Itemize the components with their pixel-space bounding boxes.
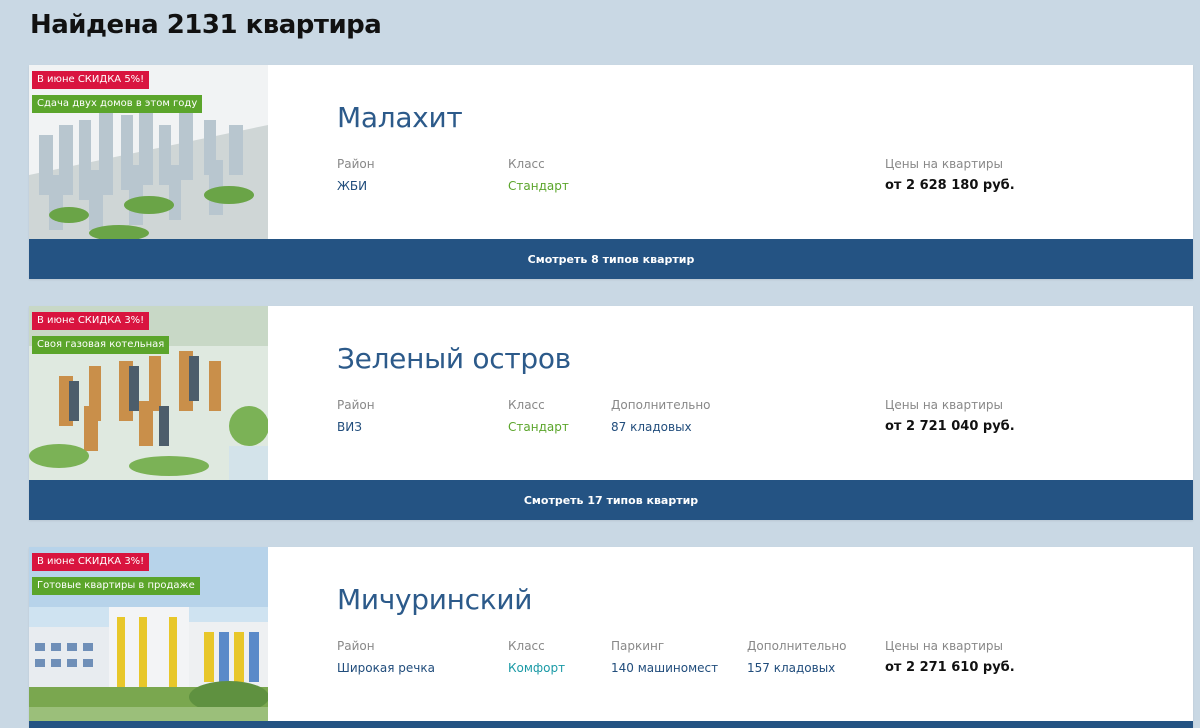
district-field: Район Широкая речка bbox=[337, 639, 435, 675]
project-card-malahit: В июне СКИДКА 5%! Сдача двух домов в это… bbox=[29, 65, 1193, 279]
district-value: Широкая речка bbox=[337, 661, 435, 675]
price-label: Цены на квартиры bbox=[885, 157, 1004, 171]
discount-badge: В июне СКИДКА 3%! bbox=[32, 553, 150, 571]
discount-badge: В июне СКИДКА 3%! bbox=[32, 312, 150, 330]
project-name[interactable]: Зеленый остров bbox=[337, 342, 571, 375]
class-label: Класс bbox=[508, 157, 545, 171]
price-value: от 2 271 610 руб. bbox=[885, 660, 1015, 675]
district-label: Район bbox=[337, 398, 375, 412]
project-name[interactable]: Мичуринский bbox=[337, 583, 532, 616]
district-value: ВИЗ bbox=[337, 420, 362, 434]
extra-field: Дополнительно 87 кладовых bbox=[611, 398, 711, 434]
class-value: Стандарт bbox=[508, 420, 569, 434]
parking-value: 140 машиномест bbox=[611, 661, 719, 675]
price-label: Цены на квартиры bbox=[885, 639, 1004, 653]
district-field: Район ЖБИ bbox=[337, 157, 375, 193]
project-image[interactable]: В июне СКИДКА 3%! Готовые квартиры в про… bbox=[29, 547, 268, 721]
class-value: Комфорт bbox=[508, 661, 566, 675]
feature-badge: Своя газовая котельная bbox=[32, 336, 170, 354]
page-title: Найдена 2131 квартира bbox=[30, 10, 382, 40]
price-label: Цены на квартиры bbox=[885, 398, 1004, 412]
extra-value: 157 кладовых bbox=[747, 661, 836, 675]
project-image[interactable]: В июне СКИДКА 5%! Сдача двух домов в это… bbox=[29, 65, 268, 239]
see-apartment-types-button[interactable] bbox=[29, 721, 1193, 728]
district-label: Район bbox=[337, 639, 375, 653]
district-field: Район ВИЗ bbox=[337, 398, 375, 434]
project-card-michurinsky: В июне СКИДКА 3%! Готовые квартиры в про… bbox=[29, 547, 1193, 728]
district-label: Район bbox=[337, 157, 375, 171]
class-value: Стандарт bbox=[508, 179, 569, 193]
class-label: Класс bbox=[508, 639, 545, 653]
price-value: от 2 721 040 руб. bbox=[885, 419, 1015, 434]
extra-field: Дополнительно 157 кладовых bbox=[747, 639, 847, 675]
project-image[interactable]: В июне СКИДКА 3%! Своя газовая котельная bbox=[29, 306, 268, 480]
price-value: от 2 628 180 руб. bbox=[885, 178, 1015, 193]
parking-field: Паркинг 140 машиномест bbox=[611, 639, 718, 675]
extra-label: Дополнительно bbox=[747, 639, 847, 653]
feature-badge: Сдача двух домов в этом году bbox=[32, 95, 203, 113]
class-field: Класс Стандарт bbox=[508, 398, 569, 434]
extra-value: 87 кладовых bbox=[611, 420, 692, 434]
discount-badge: В июне СКИДКА 5%! bbox=[32, 71, 150, 89]
see-apartment-types-button[interactable]: Смотреть 17 типов квартир bbox=[29, 480, 1193, 520]
extra-label: Дополнительно bbox=[611, 398, 711, 412]
class-field: Класс Комфорт bbox=[508, 639, 565, 675]
see-apartment-types-button[interactable]: Смотреть 8 типов квартир bbox=[29, 239, 1193, 279]
class-label: Класс bbox=[508, 398, 545, 412]
price-field: Цены на квартиры от 2 271 610 руб. bbox=[885, 639, 1015, 675]
project-card-zeleny-ostrov: В июне СКИДКА 3%! Своя газовая котельная… bbox=[29, 306, 1193, 520]
feature-badge: Готовые квартиры в продаже bbox=[32, 577, 200, 595]
parking-label: Паркинг bbox=[611, 639, 665, 653]
price-field: Цены на квартиры от 2 628 180 руб. bbox=[885, 157, 1015, 193]
project-name[interactable]: Малахит bbox=[337, 101, 463, 134]
district-value: ЖБИ bbox=[337, 179, 368, 193]
class-field: Класс Стандарт bbox=[508, 157, 569, 193]
price-field: Цены на квартиры от 2 721 040 руб. bbox=[885, 398, 1015, 434]
